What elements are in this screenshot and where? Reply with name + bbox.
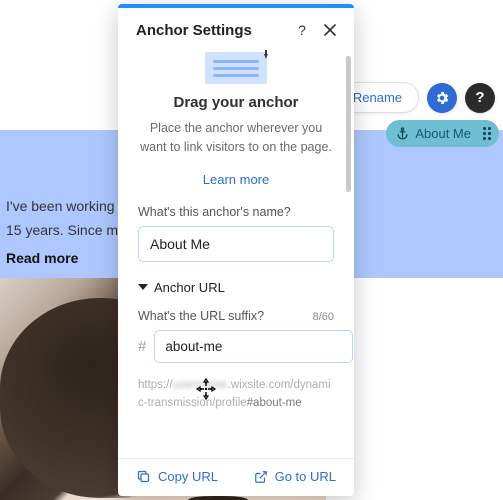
paragraph-line: I've been working <box>6 195 118 219</box>
question-icon: ? <box>475 89 484 106</box>
element-toolbar: Rename ? <box>336 82 495 113</box>
copy-url-button[interactable]: Copy URL <box>136 469 218 484</box>
hash-symbol: # <box>138 338 146 355</box>
read-more-link[interactable]: Read more <box>6 250 78 266</box>
dialog-close-button[interactable] <box>320 20 340 40</box>
page-paragraph: I've been working 15 years. Since m <box>6 195 118 243</box>
dialog-heading: Drag your anchor <box>138 94 334 111</box>
url-preview: https://username.wixsite.com/dynamic-tra… <box>138 377 334 413</box>
anchor-name-label: What's this anchor's name? <box>138 205 334 219</box>
gear-icon <box>434 90 450 106</box>
close-icon <box>324 24 336 36</box>
anchor-url-section-label: Anchor URL <box>154 280 225 295</box>
dialog-footer: Copy URL Go to URL <box>118 458 354 496</box>
paragraph-line: 15 years. Since m <box>6 219 118 243</box>
scrollbar-thumb[interactable] <box>346 56 351 192</box>
learn-more-link[interactable]: Learn more <box>138 172 334 187</box>
copy-icon <box>136 469 151 484</box>
anchor-icon <box>396 127 409 140</box>
copy-url-label: Copy URL <box>158 469 218 484</box>
url-suffix-preview: #about-me <box>247 397 302 409</box>
question-icon: ? <box>298 22 306 38</box>
url-suffix-label: What's the URL suffix? <box>138 309 264 323</box>
url-username-blurred: username <box>173 379 228 391</box>
url-prefix: https:// <box>138 379 173 391</box>
dialog-body: Drag your anchor Place the anchor wherev… <box>118 50 354 458</box>
dialog-title: Anchor Settings <box>136 22 284 39</box>
anchor-url-toggle[interactable]: Anchor URL <box>138 280 334 295</box>
go-to-url-button[interactable]: Go to URL <box>254 469 336 484</box>
anchor-settings-dialog: Anchor Settings ? Drag your anchor Place… <box>118 4 354 496</box>
external-link-icon <box>254 470 268 484</box>
help-button[interactable]: ? <box>465 83 495 113</box>
char-counter: 8/60 <box>313 311 334 323</box>
anchor-illustration <box>205 52 267 84</box>
go-to-url-label: Go to URL <box>275 469 336 484</box>
anchor-element-tag[interactable]: About Me <box>386 120 499 147</box>
dialog-header: Anchor Settings ? <box>118 8 354 50</box>
anchor-name-input[interactable] <box>138 226 334 262</box>
caret-down-icon <box>138 284 148 290</box>
photo-detail <box>188 496 248 500</box>
url-suffix-input[interactable] <box>154 330 353 363</box>
dialog-help-button[interactable]: ? <box>292 20 312 40</box>
anchor-tag-label: About Me <box>415 126 471 141</box>
drag-handle-icon[interactable] <box>483 127 491 140</box>
pin-icon <box>259 50 273 60</box>
settings-button[interactable] <box>427 83 457 113</box>
dialog-subtext: Place the anchor wherever you want to li… <box>140 119 332 158</box>
